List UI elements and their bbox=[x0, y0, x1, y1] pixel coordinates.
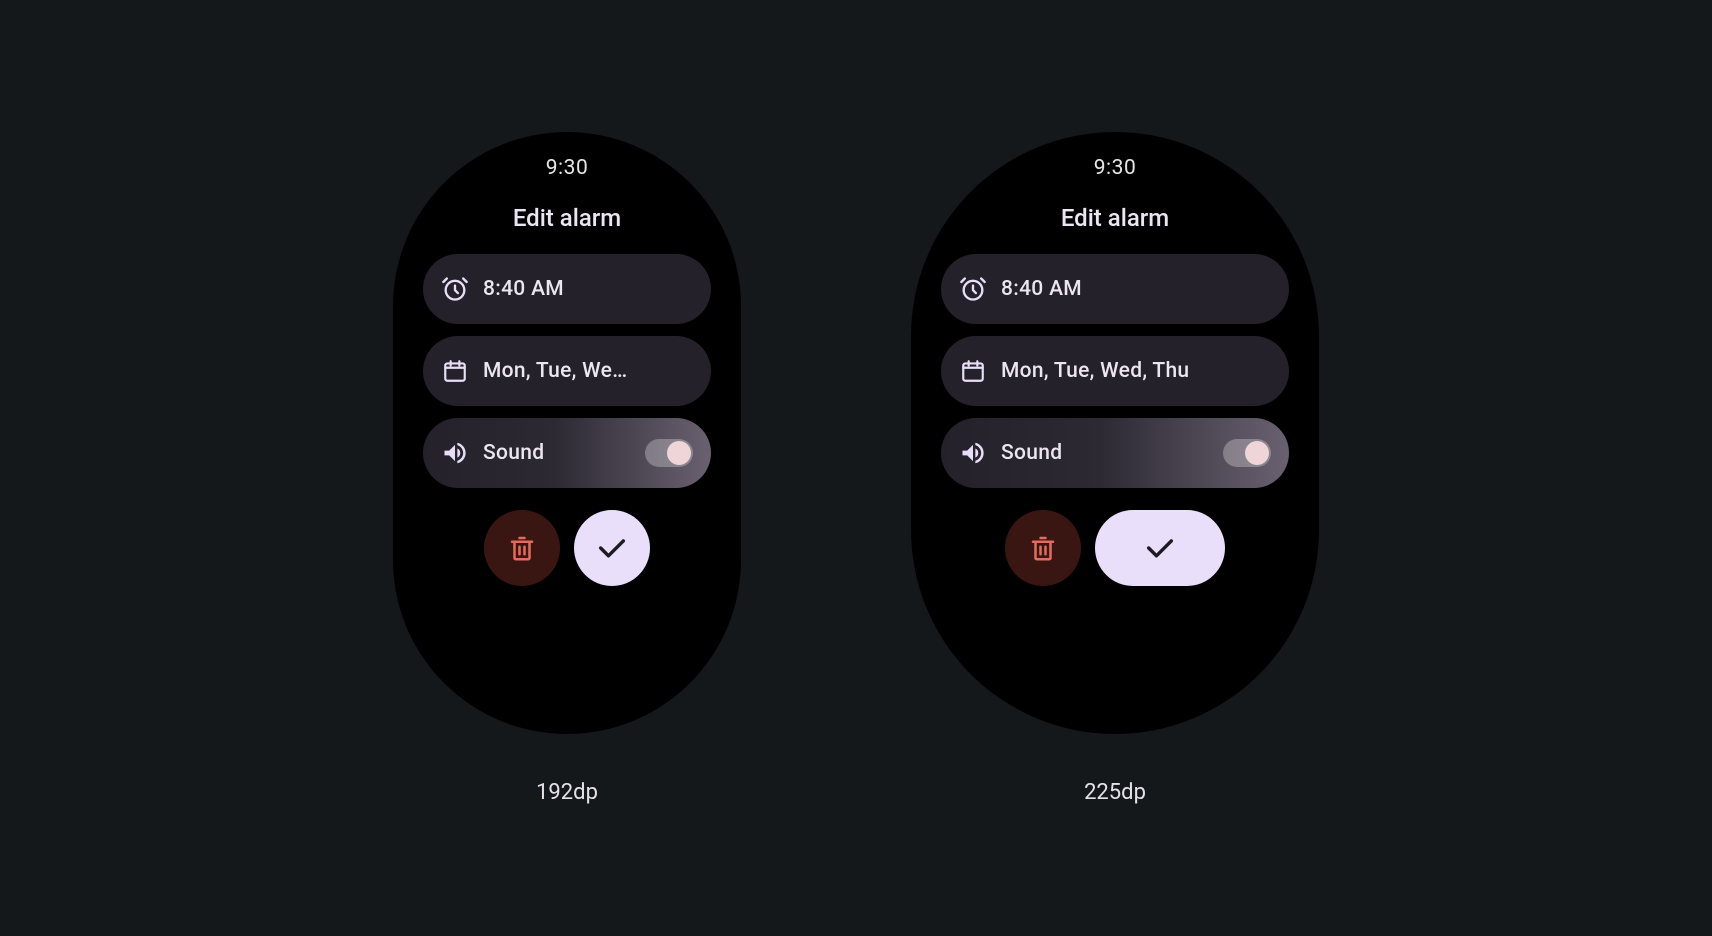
size-label-225: 225dp bbox=[1084, 780, 1146, 805]
delete-button[interactable] bbox=[484, 510, 560, 586]
mockup-225dp: 9:30 Edit alarm 8:40 AM Mon, Tue, Wed, T… bbox=[911, 132, 1319, 805]
action-buttons bbox=[484, 510, 650, 586]
chip-list: 8:40 AM Mon, Tue, Wed, Thu bbox=[911, 254, 1319, 488]
action-buttons bbox=[1005, 510, 1225, 586]
watch-face-225: 9:30 Edit alarm 8:40 AM Mon, Tue, Wed, T… bbox=[911, 132, 1319, 734]
check-icon bbox=[595, 531, 629, 565]
size-label-192: 192dp bbox=[536, 780, 598, 805]
sound-chip[interactable]: Sound bbox=[423, 418, 711, 488]
volume-icon bbox=[959, 439, 987, 467]
repeat-days-label: Mon, Tue, We… bbox=[483, 359, 693, 383]
chip-list: 8:40 AM Mon, Tue, We… bbox=[393, 254, 741, 488]
sound-chip[interactable]: Sound bbox=[941, 418, 1289, 488]
sound-label: Sound bbox=[1001, 441, 1209, 465]
trash-icon bbox=[507, 533, 537, 563]
volume-icon bbox=[441, 439, 469, 467]
status-time: 9:30 bbox=[546, 156, 589, 180]
repeat-days-chip[interactable]: Mon, Tue, We… bbox=[423, 336, 711, 406]
alarm-time-label: 8:40 AM bbox=[483, 277, 693, 301]
delete-button[interactable] bbox=[1005, 510, 1081, 586]
sound-label: Sound bbox=[483, 441, 631, 465]
calendar-icon bbox=[441, 357, 469, 385]
toggle-thumb bbox=[1245, 441, 1269, 465]
confirm-button[interactable] bbox=[574, 510, 650, 586]
alarm-clock-icon bbox=[959, 275, 987, 303]
page-title: Edit alarm bbox=[1061, 204, 1169, 232]
check-icon bbox=[1143, 531, 1177, 565]
watch-face-192: 9:30 Edit alarm 8:40 AM Mon, Tue, We… bbox=[393, 132, 741, 734]
repeat-days-label: Mon, Tue, Wed, Thu bbox=[1001, 359, 1271, 383]
calendar-icon bbox=[959, 357, 987, 385]
sound-toggle[interactable] bbox=[1223, 439, 1271, 467]
page-title: Edit alarm bbox=[513, 204, 621, 232]
alarm-time-chip[interactable]: 8:40 AM bbox=[423, 254, 711, 324]
confirm-button[interactable] bbox=[1095, 510, 1225, 586]
alarm-time-chip[interactable]: 8:40 AM bbox=[941, 254, 1289, 324]
repeat-days-chip[interactable]: Mon, Tue, Wed, Thu bbox=[941, 336, 1289, 406]
sound-toggle[interactable] bbox=[645, 439, 693, 467]
status-time: 9:30 bbox=[1094, 156, 1137, 180]
alarm-time-label: 8:40 AM bbox=[1001, 277, 1271, 301]
mockup-192dp: 9:30 Edit alarm 8:40 AM Mon, Tue, We… bbox=[393, 132, 741, 805]
alarm-clock-icon bbox=[441, 275, 469, 303]
trash-icon bbox=[1028, 533, 1058, 563]
toggle-thumb bbox=[667, 441, 691, 465]
